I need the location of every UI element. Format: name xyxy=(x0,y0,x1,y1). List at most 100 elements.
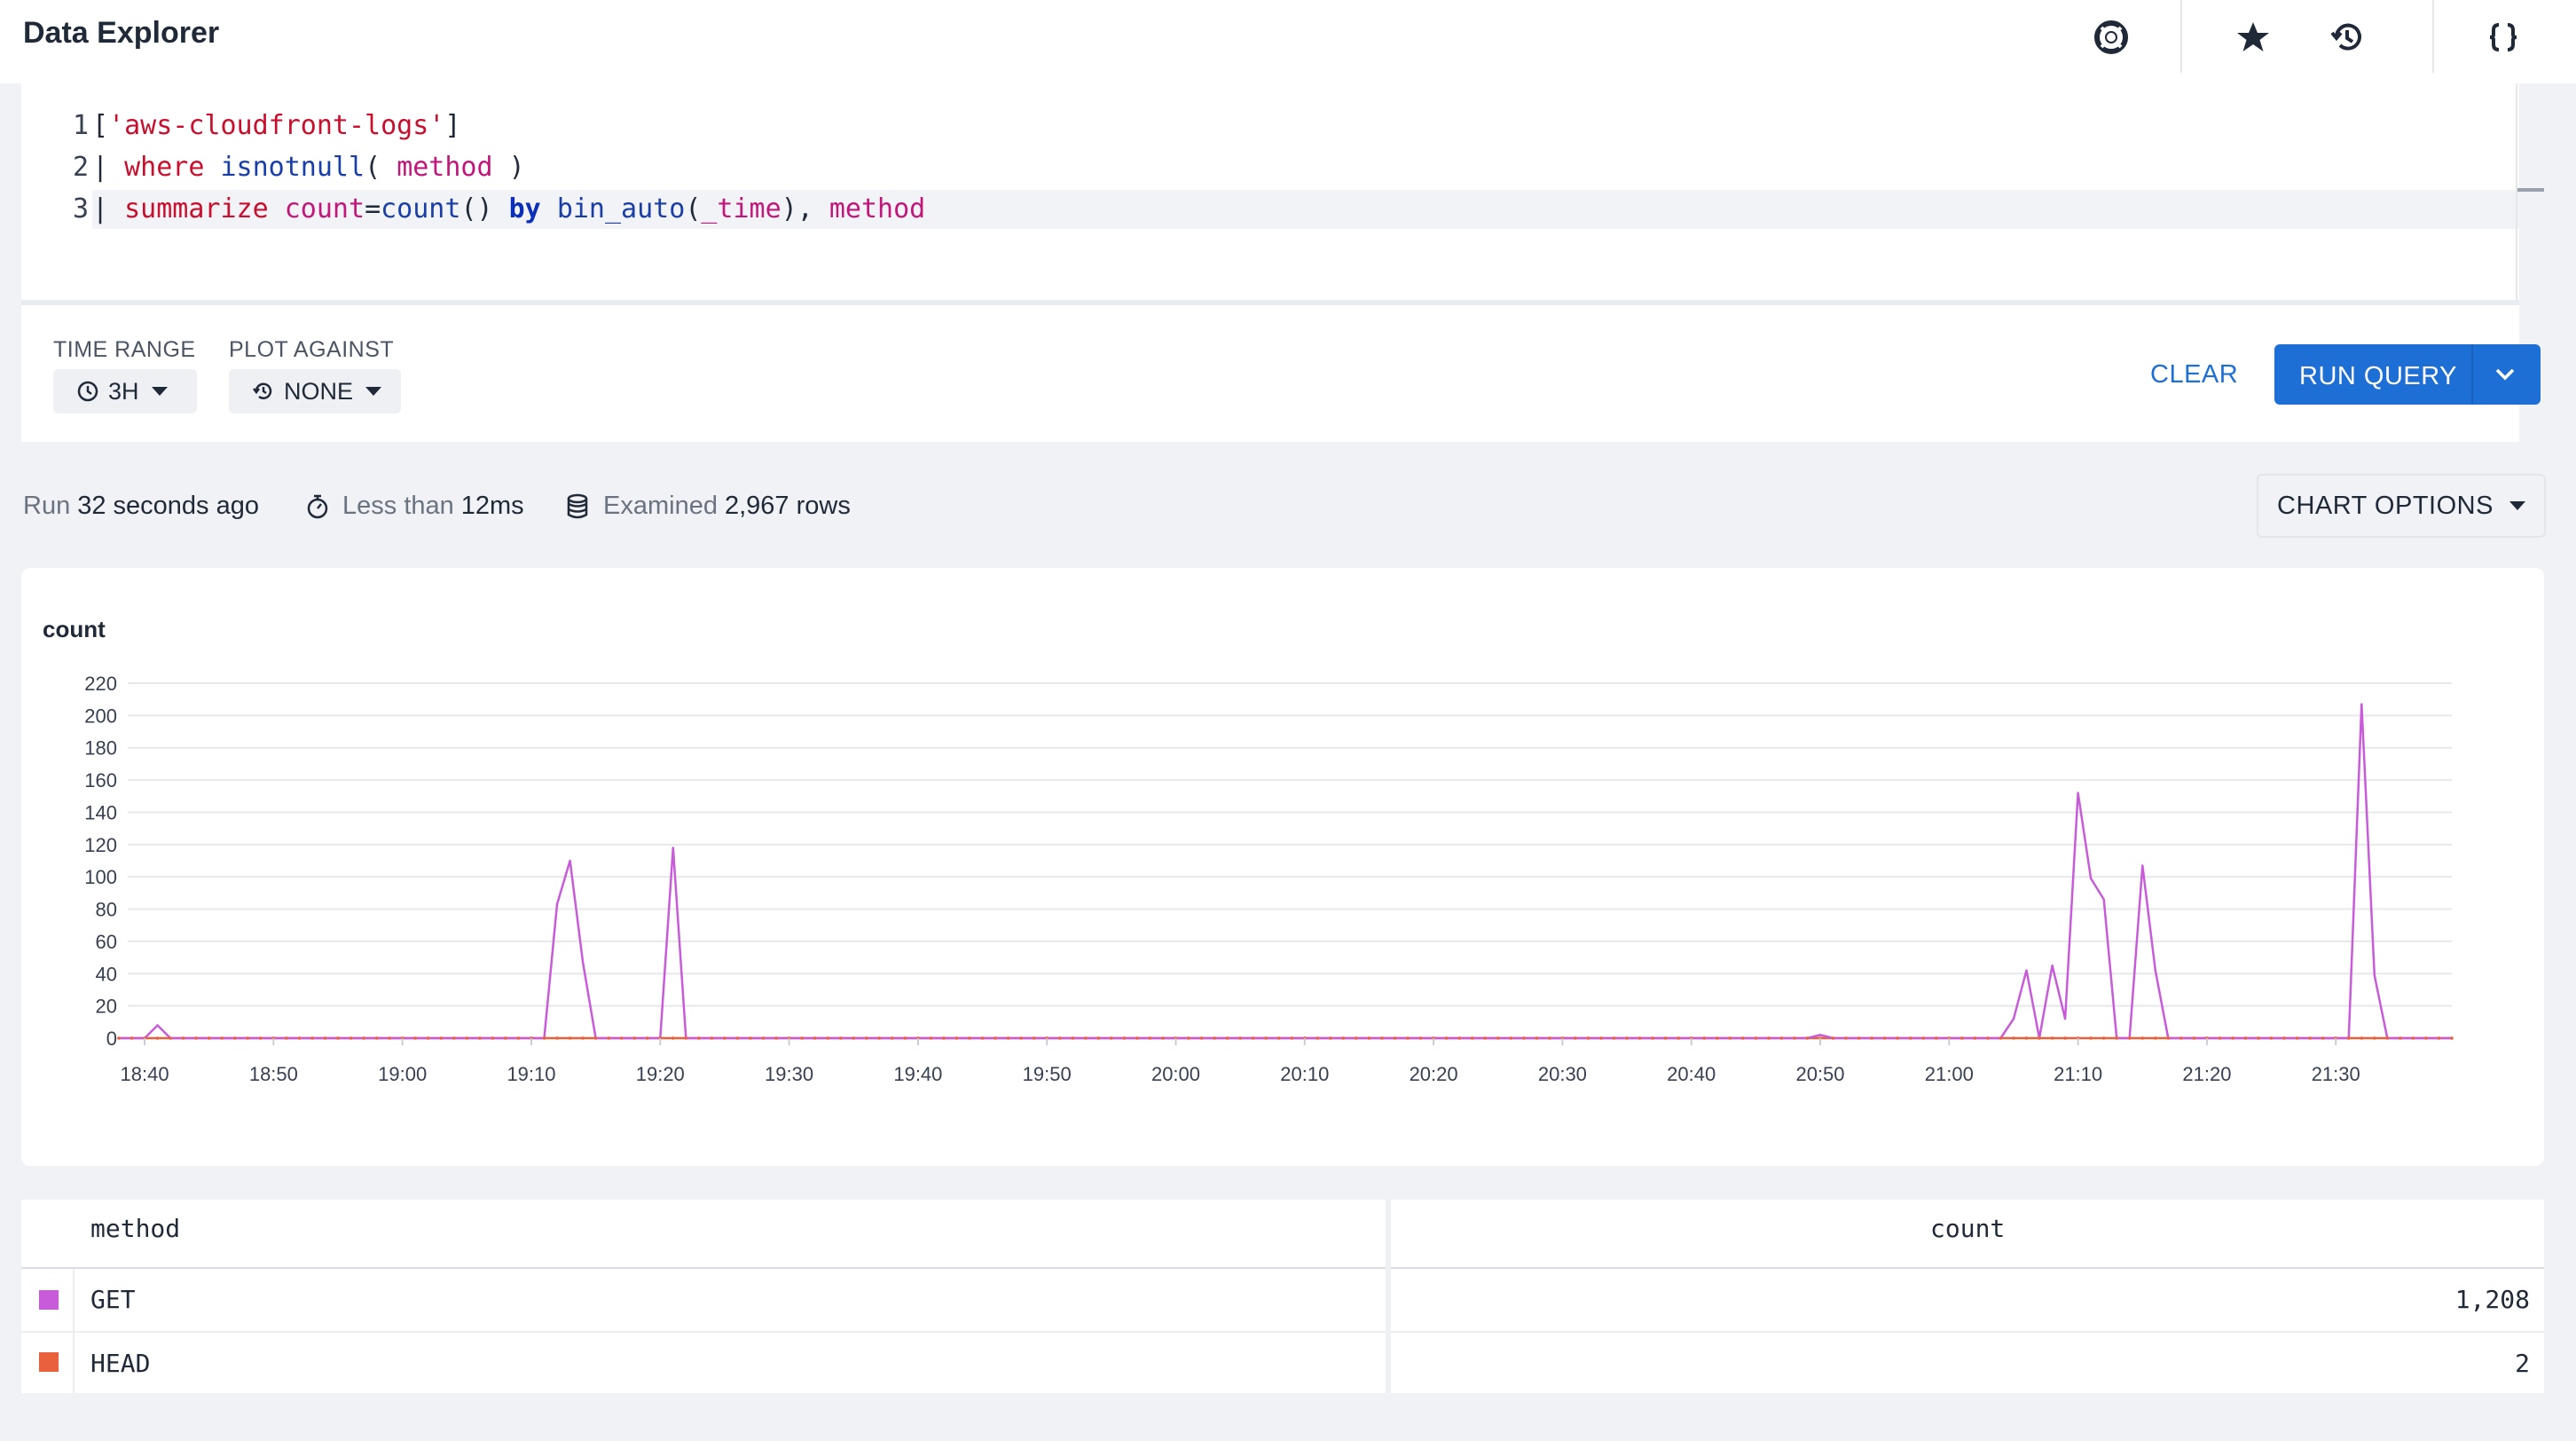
series-point-head xyxy=(1716,1036,1719,1040)
time-range-dropdown[interactable]: 3H xyxy=(53,369,197,413)
series-point-head xyxy=(155,1036,160,1040)
series-point-head xyxy=(1663,1036,1668,1040)
code-line[interactable]: | summarize count=count() by bin_auto(_t… xyxy=(92,193,925,224)
series-point-head xyxy=(1960,1036,1964,1040)
series-point-head xyxy=(1586,1036,1590,1040)
x-tick-label: 20:30 xyxy=(1538,1063,1587,1085)
json-braces-icon[interactable] xyxy=(2482,16,2525,59)
query-editor[interactable]: 1 2 3 ['aws-cloudfront-logs'] | where is… xyxy=(21,83,2544,305)
series-point-head xyxy=(1276,1036,1281,1040)
series-point-head xyxy=(877,1036,882,1040)
series-point-head xyxy=(1057,1036,1062,1040)
series-point-head xyxy=(1522,1036,1526,1040)
series-point-head xyxy=(1805,1036,1810,1040)
star-icon[interactable] xyxy=(2232,16,2274,59)
series-point-head xyxy=(1574,1036,1577,1040)
y-tick-label: 180 xyxy=(84,737,117,760)
table-row[interactable]: HEAD 2 xyxy=(21,1333,2544,1393)
series-point-head xyxy=(1767,1036,1771,1040)
chevron-down-icon xyxy=(365,387,382,396)
series-point-head xyxy=(1290,1036,1294,1040)
plot-against-dropdown[interactable]: NONE xyxy=(229,369,401,413)
chevron-down-icon[interactable] xyxy=(2491,360,2519,389)
x-tick-label: 20:50 xyxy=(1795,1063,1844,1085)
series-point-head xyxy=(181,1036,185,1040)
series-point-head xyxy=(2360,1036,2364,1040)
series-point-head xyxy=(349,1036,353,1040)
code-token: isnotnull xyxy=(220,152,365,183)
code-token: count xyxy=(381,193,461,224)
table-row[interactable]: GET 1,208 xyxy=(21,1269,2544,1331)
series-point-head xyxy=(1599,1036,1603,1040)
y-tick-label: 60 xyxy=(96,931,117,953)
series-point-head xyxy=(1457,1036,1461,1040)
y-tick-label: 200 xyxy=(84,705,117,727)
series-point-head xyxy=(1548,1036,1551,1040)
column-header-count[interactable]: count xyxy=(1930,1214,2005,1243)
code-token: method xyxy=(397,152,493,183)
x-tick-label: 20:10 xyxy=(1280,1063,1329,1085)
series-point-head xyxy=(207,1036,211,1040)
x-tick-label: 20:00 xyxy=(1151,1063,1200,1085)
series-point-head xyxy=(942,1036,946,1040)
series-point-head xyxy=(2295,1036,2299,1040)
series-point-head xyxy=(310,1036,314,1040)
series-point-head xyxy=(2373,1036,2376,1040)
code-token: summarize xyxy=(124,193,269,224)
series-point-head xyxy=(1135,1036,1139,1040)
code-token: count xyxy=(284,193,365,224)
series-point-head xyxy=(1754,1036,1758,1040)
series-point-head xyxy=(1355,1036,1358,1040)
series-point-head xyxy=(2154,1036,2157,1040)
code-token: bin_auto xyxy=(556,193,686,224)
series-point-head xyxy=(1329,1036,1332,1040)
run-status: Run 32 seconds ago xyxy=(23,492,259,521)
series-point-head xyxy=(1651,1036,1654,1040)
series-point-head xyxy=(297,1036,302,1040)
series-point-head xyxy=(2437,1036,2441,1040)
series-point-head xyxy=(697,1036,701,1040)
run-prefix: Run xyxy=(23,492,71,520)
run-query-button[interactable]: RUN QUERY xyxy=(2274,344,2541,405)
series-point-head xyxy=(800,1036,804,1040)
editor-scrollbar-track xyxy=(2516,83,2517,300)
examined-prefix: Examined xyxy=(603,492,718,520)
header-divider xyxy=(2180,0,2182,73)
series-point-head xyxy=(581,1036,585,1040)
series-point-head xyxy=(233,1036,237,1040)
duration-prefix: Less than xyxy=(342,492,454,520)
results-table: method count GET 1,208 HEAD 2 xyxy=(21,1200,2544,1393)
stopwatch-icon xyxy=(307,494,328,518)
x-tick-label: 19:30 xyxy=(765,1063,813,1085)
series-point-head xyxy=(2243,1036,2248,1040)
code-line[interactable]: | where isnotnull( method ) xyxy=(92,152,525,183)
code-token: 'aws-cloudfront-logs' xyxy=(108,110,445,141)
series-point-head xyxy=(1793,1036,1796,1040)
chart-options-button[interactable]: CHART OPTIONS xyxy=(2257,474,2546,538)
code-token: | xyxy=(92,193,125,224)
help-icon[interactable] xyxy=(2090,16,2132,59)
code-line[interactable]: ['aws-cloudfront-logs'] xyxy=(92,110,460,141)
series-point-head xyxy=(2269,1036,2274,1040)
series-point-head xyxy=(838,1036,843,1040)
series-line-get[interactable] xyxy=(119,703,2452,1040)
chart-options-label: CHART OPTIONS xyxy=(2277,491,2494,520)
series-point-head xyxy=(285,1036,288,1040)
series-point-head xyxy=(2101,1036,2106,1040)
code-token: = xyxy=(365,193,381,224)
examined-status: Examined 2,967 rows xyxy=(566,492,851,521)
series-point-head xyxy=(439,1036,444,1040)
series-point-head xyxy=(1380,1036,1384,1040)
editor-scrollbar-thumb[interactable] xyxy=(2517,188,2544,192)
x-tick-label: 19:20 xyxy=(636,1063,685,1085)
y-tick-label: 120 xyxy=(84,834,117,856)
series-point-head xyxy=(1006,1036,1010,1040)
column-header-method[interactable]: method xyxy=(90,1214,180,1243)
y-tick-label: 160 xyxy=(84,769,117,791)
series-point-head xyxy=(169,1036,172,1040)
series-point-head xyxy=(1110,1036,1113,1040)
clear-button[interactable]: CLEAR xyxy=(2150,360,2238,390)
history-icon[interactable] xyxy=(2326,16,2368,59)
examined-value: 2,967 rows xyxy=(724,492,851,520)
